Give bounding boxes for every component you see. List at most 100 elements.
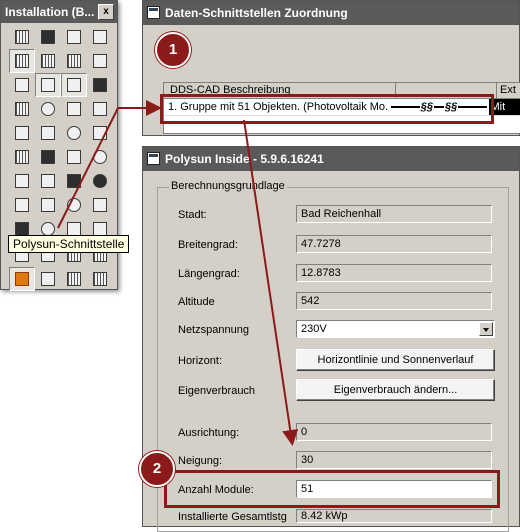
toolbar-button[interactable] <box>87 25 113 49</box>
toolbar-button[interactable] <box>61 145 87 169</box>
polysun-title: Polysun Inside - 5.9.6.16241 <box>165 152 324 166</box>
polysun-title-bar[interactable]: Polysun Inside - 5.9.6.16241 <box>143 147 519 171</box>
label-breitengrad: Breitengrad: <box>178 239 238 251</box>
toolbar-button[interactable] <box>9 25 35 49</box>
toolbar-button[interactable] <box>35 49 61 73</box>
toolbar-button[interactable] <box>87 97 113 121</box>
group-title: Berechnungsgrundlage <box>169 180 287 192</box>
cross-circle-icon <box>67 126 81 140</box>
toolbar-button[interactable] <box>61 73 87 97</box>
netzspannung-value: 230V <box>301 323 327 335</box>
dot-grid-icon <box>15 54 29 68</box>
toolbar-button[interactable] <box>35 169 61 193</box>
wave-icon <box>41 174 55 188</box>
branch-icon <box>67 102 81 116</box>
label-neigung: Neigung: <box>178 455 222 467</box>
label-installierte: Installierte Gesamtlstg <box>178 511 287 523</box>
field-altitude: 542 <box>296 292 492 310</box>
polysun-tooltip: Polysun-Schnittstelle <box>8 235 129 253</box>
toolbar-button[interactable] <box>35 267 61 291</box>
toolbar-button[interactable] <box>61 193 87 217</box>
solar-array-icon <box>93 272 107 286</box>
toolbar-button[interactable] <box>9 193 35 217</box>
toolbar-title-bar[interactable]: Installation (B... x <box>1 1 117 23</box>
connector-icon <box>93 30 107 44</box>
toolbar-button[interactable] <box>35 97 61 121</box>
gauge-icon <box>93 150 107 164</box>
bowtie-icon <box>93 78 107 92</box>
field-breitengrad: 47.7278 <box>296 235 492 253</box>
toolbar-button[interactable] <box>35 193 61 217</box>
sensor-icon <box>41 150 55 164</box>
highlight-box-2 <box>164 470 500 508</box>
toolbar-button[interactable] <box>9 145 35 169</box>
rail-icon <box>93 54 107 68</box>
polysun-icon <box>15 222 29 236</box>
toolbar-button[interactable] <box>9 121 35 145</box>
plug-icon <box>93 102 107 116</box>
self-consumption-button[interactable]: Eigenverbrauch ändern... <box>296 379 495 401</box>
highlight-box-1 <box>160 94 494 124</box>
toolbar-button-active[interactable] <box>9 267 35 291</box>
close-icon[interactable]: x <box>98 4 114 20</box>
toolbar-button[interactable] <box>87 267 113 291</box>
toolbar-button[interactable] <box>87 169 113 193</box>
chevron-down-icon[interactable] <box>479 322 493 336</box>
label-eigenverbrauch: Eigenverbrauch <box>178 385 255 397</box>
field-installierte: 8.42 kWp <box>296 509 492 523</box>
cylinder-icon <box>93 198 107 212</box>
dot-grid-icon <box>41 54 55 68</box>
toolbar-button[interactable] <box>35 145 61 169</box>
cross-box-icon <box>41 30 55 44</box>
label-horizont: Horizont: <box>178 355 222 367</box>
line-icon <box>15 174 29 188</box>
label-ausrichtung: Ausrichtung: <box>178 427 239 439</box>
list-icon <box>41 272 55 286</box>
label-altitude: Altitude <box>178 296 215 308</box>
toolbar-button[interactable] <box>87 49 113 73</box>
field-laengengrad: 12.8783 <box>296 264 492 282</box>
toolbar-button[interactable] <box>35 25 61 49</box>
window-icon <box>147 152 160 165</box>
data-interface-title: Daten-Schnittstellen Zuordnung <box>165 6 348 20</box>
toolbar-button[interactable] <box>87 73 113 97</box>
block-icon <box>67 150 81 164</box>
box-icon <box>15 126 29 140</box>
solar-array-icon <box>67 272 81 286</box>
keypad-icon <box>15 150 29 164</box>
solar-module-icon <box>15 272 29 286</box>
data-interface-title-bar[interactable]: Daten-Schnittstellen Zuordnung <box>143 1 519 25</box>
toolbar-button[interactable] <box>35 73 61 97</box>
toolbar-button[interactable] <box>87 193 113 217</box>
label-netzspannung: Netzspannung <box>178 324 249 336</box>
netzspannung-select[interactable]: 230V <box>296 320 495 338</box>
toolbar-button[interactable] <box>61 49 87 73</box>
toolbar-button[interactable] <box>9 49 35 73</box>
toolbar-button[interactable] <box>61 97 87 121</box>
toolbar-button[interactable] <box>61 25 87 49</box>
module-icon <box>67 78 81 92</box>
pen-icon <box>93 126 107 140</box>
toolbar-button[interactable] <box>61 267 87 291</box>
toolbar-title: Installation (B... <box>5 5 94 19</box>
horizon-button[interactable]: Horizontlinie und Sonnenverlauf <box>296 349 495 371</box>
corner-icon <box>41 126 55 140</box>
toolbar-button[interactable] <box>87 145 113 169</box>
cube-icon <box>15 78 29 92</box>
timer-icon <box>93 174 107 188</box>
toolbar-button[interactable] <box>35 121 61 145</box>
toolbar-button[interactable] <box>9 73 35 97</box>
label-laengengrad: Längengrad: <box>178 268 240 280</box>
toolbar-button[interactable] <box>61 121 87 145</box>
dot-grid-icon <box>67 54 81 68</box>
globe-icon <box>67 198 81 212</box>
toolbar-button[interactable] <box>87 121 113 145</box>
callout-1: 1 <box>155 32 191 68</box>
toolbar-button[interactable] <box>9 97 35 121</box>
callout-2: 2 <box>139 451 175 487</box>
toolbar-button[interactable] <box>9 169 35 193</box>
splash-icon <box>93 222 107 236</box>
bell-icon <box>41 198 55 212</box>
toolbar-button[interactable] <box>61 169 87 193</box>
column-header-ext[interactable]: Ext <box>497 83 516 98</box>
